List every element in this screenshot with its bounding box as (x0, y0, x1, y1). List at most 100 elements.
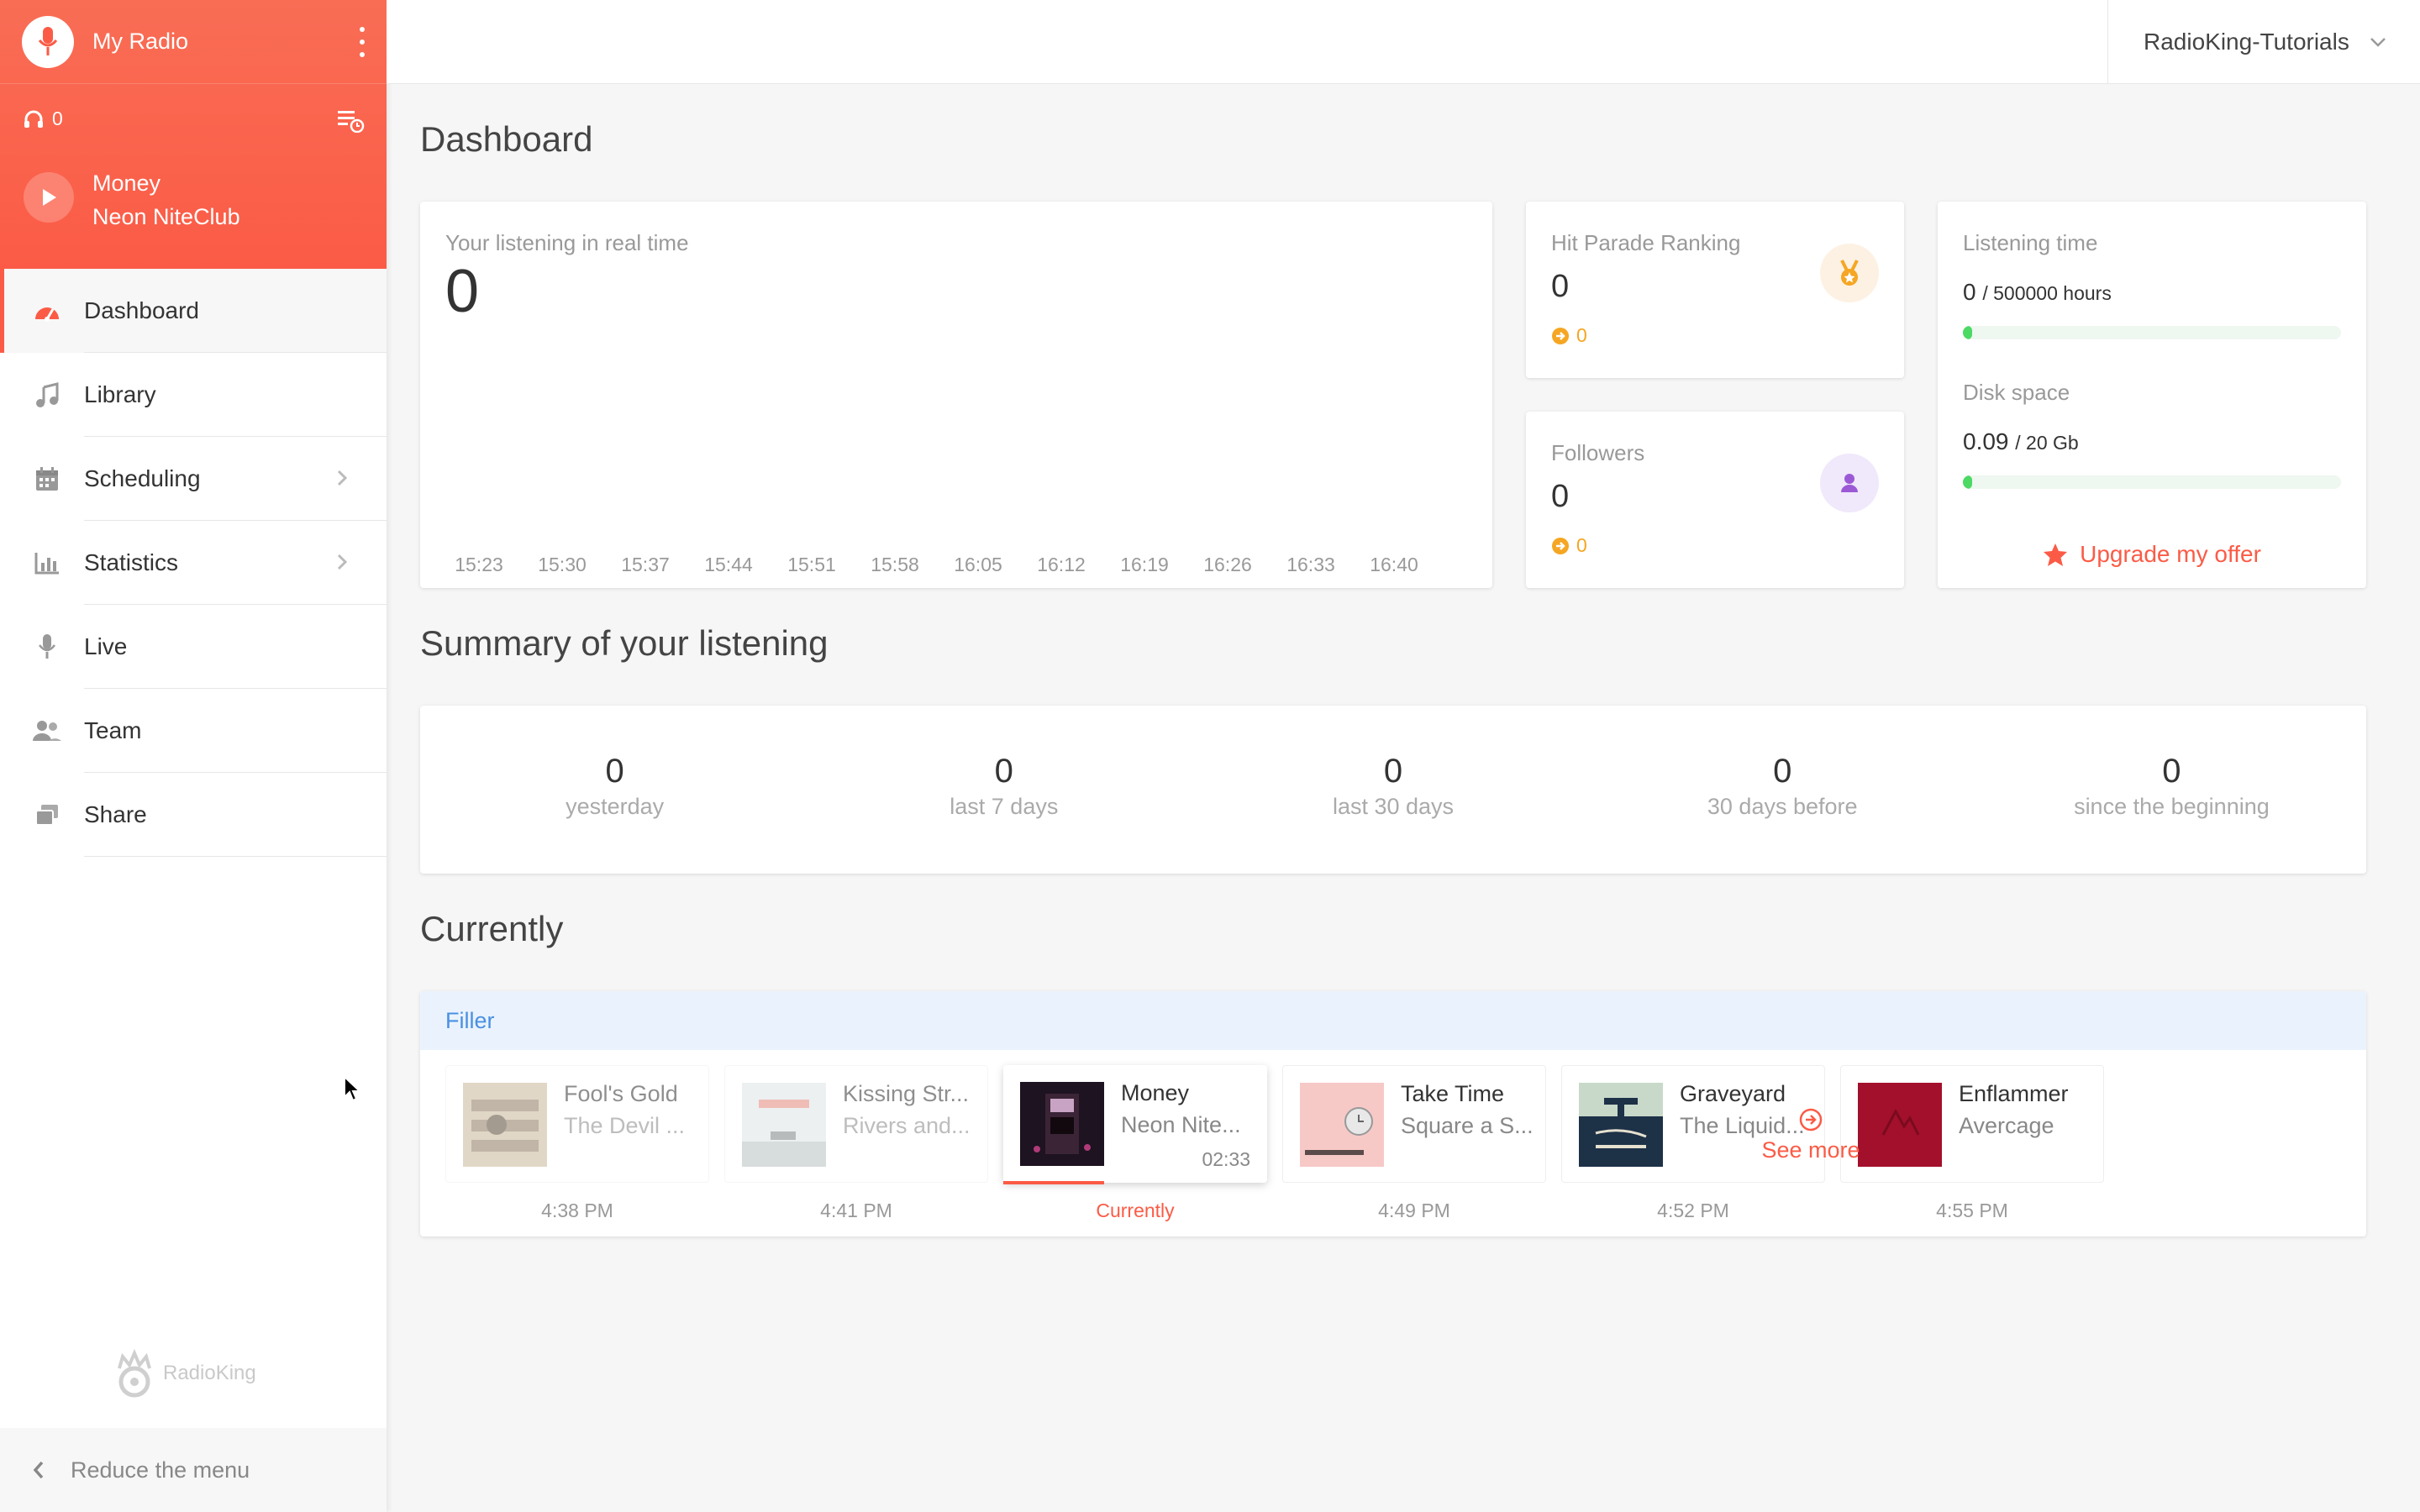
listening-time-used: 0 (1963, 279, 1976, 305)
sidebar-item-label: Team (84, 717, 142, 743)
track-card[interactable]: Take Time Square a S... (1282, 1065, 1546, 1183)
x-tick-label: 16:05 (954, 554, 1002, 575)
chevron-right-icon (337, 554, 348, 570)
disk-space-used: 0.09 (1963, 428, 2009, 454)
track-time: 4:41 PM (820, 1200, 892, 1221)
track-time: 4:38 PM (541, 1200, 613, 1221)
x-tick-label: 16:12 (1037, 554, 1086, 575)
account-selector[interactable]: RadioKing-Tutorials (2107, 0, 2420, 84)
playlist-name: Filler (445, 1007, 495, 1033)
listening-time-label: Listening time (1963, 230, 2098, 255)
see-more-label: See more (1761, 1137, 1860, 1163)
album-cover (463, 1083, 547, 1167)
summary-value: 0 (605, 753, 624, 790)
calendar-icon (32, 464, 62, 494)
summary-value: 0 (1773, 753, 1792, 790)
hit-parade-label: Hit Parade Ranking (1551, 230, 1741, 255)
arrow-circle-right-icon (1552, 537, 1569, 554)
x-tick-label: 15:37 (621, 554, 670, 575)
sidebar-item-label: Scheduling (84, 465, 201, 491)
plan-usage-card: Listening time 0 / 500000 hours Disk spa… (1938, 202, 2366, 588)
summary-last-30-days: 0 last 30 days (1198, 706, 1587, 874)
radio-name: My Radio (92, 29, 189, 54)
currently-title: Currently (420, 909, 564, 948)
see-more-link[interactable]: See more (1723, 1107, 1899, 1163)
reduce-menu-button[interactable]: Reduce the menu (0, 1428, 387, 1512)
playlist-history-icon[interactable] (336, 108, 365, 133)
summary-value: 0 (1383, 753, 1403, 790)
x-tick-label: 15:58 (871, 554, 919, 575)
user-icon (1820, 454, 1879, 512)
crown-logo-icon (118, 1348, 151, 1398)
bar-chart-icon (32, 548, 62, 578)
sidebar-item-statistics[interactable]: Statistics (0, 521, 387, 605)
album-cover (1020, 1082, 1104, 1166)
sidebar-item-scheduling[interactable]: Scheduling (0, 437, 387, 521)
chevron-left-icon (33, 1461, 44, 1479)
track-artist: Rivers and... (843, 1113, 971, 1138)
summary-label: since the beginning (2074, 794, 2270, 819)
track-card-current[interactable]: Money Neon Nite... 02:33 (1003, 1065, 1267, 1184)
disk-space-value: 0.09 / 20 Gb (1963, 428, 2079, 455)
sidebar-item-label: Live (84, 633, 128, 659)
summary-yesterday: 0 yesterday (420, 706, 809, 874)
play-button[interactable] (24, 172, 74, 223)
listening-time-progress (1963, 326, 2341, 339)
sidebar-item-label: Share (84, 801, 147, 827)
hit-parade-change-value: 0 (1576, 324, 1587, 346)
brand-name: RadioKing (163, 1362, 256, 1384)
track-card[interactable]: Fool's Gold The Devil ... (445, 1065, 709, 1183)
sidebar-item-label: Statistics (84, 549, 179, 575)
followers-value: 0 (1551, 479, 1570, 514)
album-cover (742, 1083, 826, 1167)
x-tick-label: 15:51 (787, 554, 836, 575)
radio-selector[interactable]: My Radio (0, 0, 387, 84)
upgrade-offer-link[interactable]: Upgrade my offer (1938, 541, 2366, 568)
summary-label: last 7 days (950, 794, 1059, 819)
track-artist: Neon Nite... (1121, 1112, 1241, 1137)
mouse-cursor-icon (344, 1075, 362, 1102)
sidebar-item-share[interactable]: Share (0, 773, 387, 857)
x-tick-label: 15:23 (455, 554, 503, 575)
summary-value: 0 (2162, 753, 2181, 790)
chevron-right-icon (337, 470, 348, 486)
more-options-icon[interactable] (358, 27, 366, 57)
speedometer-icon (32, 296, 62, 326)
microphone-icon (38, 26, 58, 55)
track-card[interactable]: Kissing Str... Rivers and... (724, 1065, 988, 1183)
sidebar-item-dashboard[interactable]: Dashboard (0, 269, 387, 353)
summary-title: Summary of your listening (420, 623, 829, 663)
reduce-menu-label: Reduce the menu (71, 1457, 250, 1483)
x-tick-label: 16:33 (1286, 554, 1335, 575)
album-cover (1579, 1083, 1663, 1167)
realtime-chart: 15:23 15:30 15:37 15:44 15:51 15:58 16:05 16:12… (420, 534, 1492, 575)
topbar: RadioKing-Tutorials (387, 0, 2420, 84)
track-title: Enflammer (1959, 1081, 2069, 1106)
microphone-icon (32, 632, 62, 662)
track-artist: The Devil ... (564, 1113, 686, 1138)
summary-label: 30 days before (1707, 794, 1858, 819)
page-title: Dashboard (420, 119, 593, 159)
followers-change-value: 0 (1576, 534, 1587, 556)
summary-label: last 30 days (1332, 794, 1455, 819)
sidebar-item-team[interactable]: Team (0, 689, 387, 773)
playlist-header: Filler (420, 991, 2366, 1050)
disk-space-max: / 20 Gb (2015, 432, 2079, 454)
x-tick-label: 16:26 (1203, 554, 1252, 575)
sidebar-item-live[interactable]: Live (0, 605, 387, 689)
summary-30-days-before: 0 30 days before (1588, 706, 1977, 874)
chevron-down-icon (2370, 38, 2386, 47)
account-name: RadioKing-Tutorials (2144, 29, 2349, 55)
x-tick-label: 16:40 (1370, 554, 1418, 575)
track-duration: 02:33 (1202, 1148, 1250, 1170)
sidebar-item-library[interactable]: Library (0, 353, 387, 437)
track-time-current: Currently (1096, 1200, 1175, 1221)
radio-header: My Radio 0 Money Neon NiteClub (0, 0, 387, 269)
radio-avatar (22, 15, 74, 68)
followers-label: Followers (1551, 440, 1645, 465)
sidebar-item-label: Dashboard (84, 297, 199, 323)
track-time: 4:55 PM (1936, 1200, 2008, 1221)
sidebar-nav: Dashboard Library Scheduling Statistics (0, 269, 387, 857)
users-icon (32, 716, 62, 746)
track-artist: Avercage (1959, 1113, 2054, 1138)
